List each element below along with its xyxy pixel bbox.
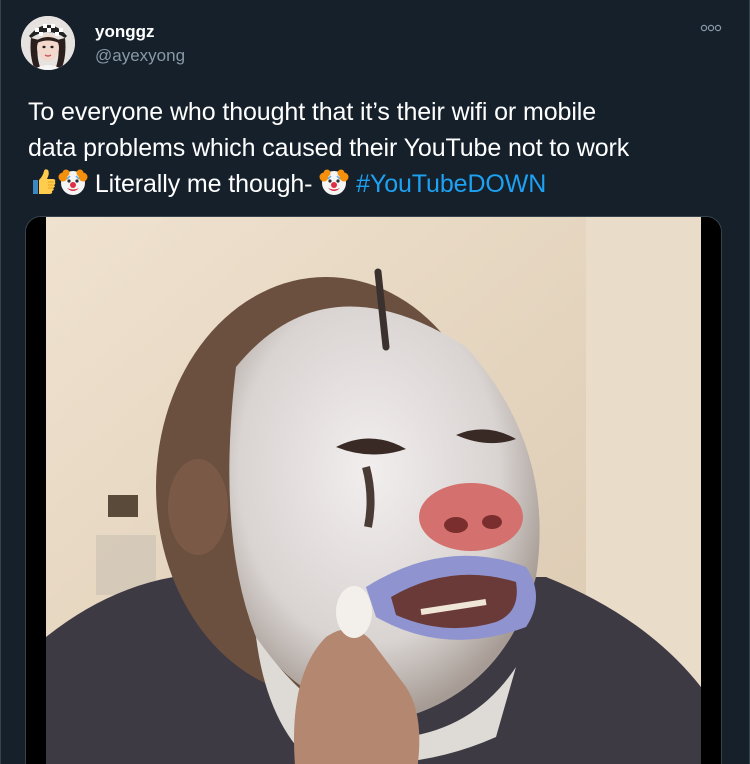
display-name[interactable]: yonggz (95, 21, 185, 43)
more-options-button[interactable] (697, 18, 725, 38)
hashtag-link[interactable]: #YouTubeDOWN (356, 170, 546, 198)
tweet-text-line2: data problems which caused their YouTube… (28, 134, 630, 162)
tweet-text-line1: To everyone who thought that it’s their … (28, 98, 597, 126)
user-handle[interactable]: @ayexyong (95, 45, 185, 67)
clown-makeup-photo (26, 217, 721, 764)
profile-avatar-icon (21, 16, 75, 70)
tweet-text-line3: Literally me though- (88, 170, 320, 198)
thumbs-up-icon (28, 167, 58, 197)
user-names: yonggz @ayexyong (95, 21, 185, 67)
more-horizontal-icon (700, 24, 722, 32)
tweet-media[interactable] (25, 216, 722, 764)
clown-face-icon (58, 167, 88, 197)
tweet-header: yonggz @ayexyong (21, 16, 733, 76)
avatar[interactable] (21, 16, 75, 70)
tweet-text: To everyone who thought that it’s their … (28, 94, 728, 202)
tweet-card: yonggz @ayexyong To everyone who thought… (0, 0, 750, 764)
clown-face-icon (319, 167, 349, 197)
